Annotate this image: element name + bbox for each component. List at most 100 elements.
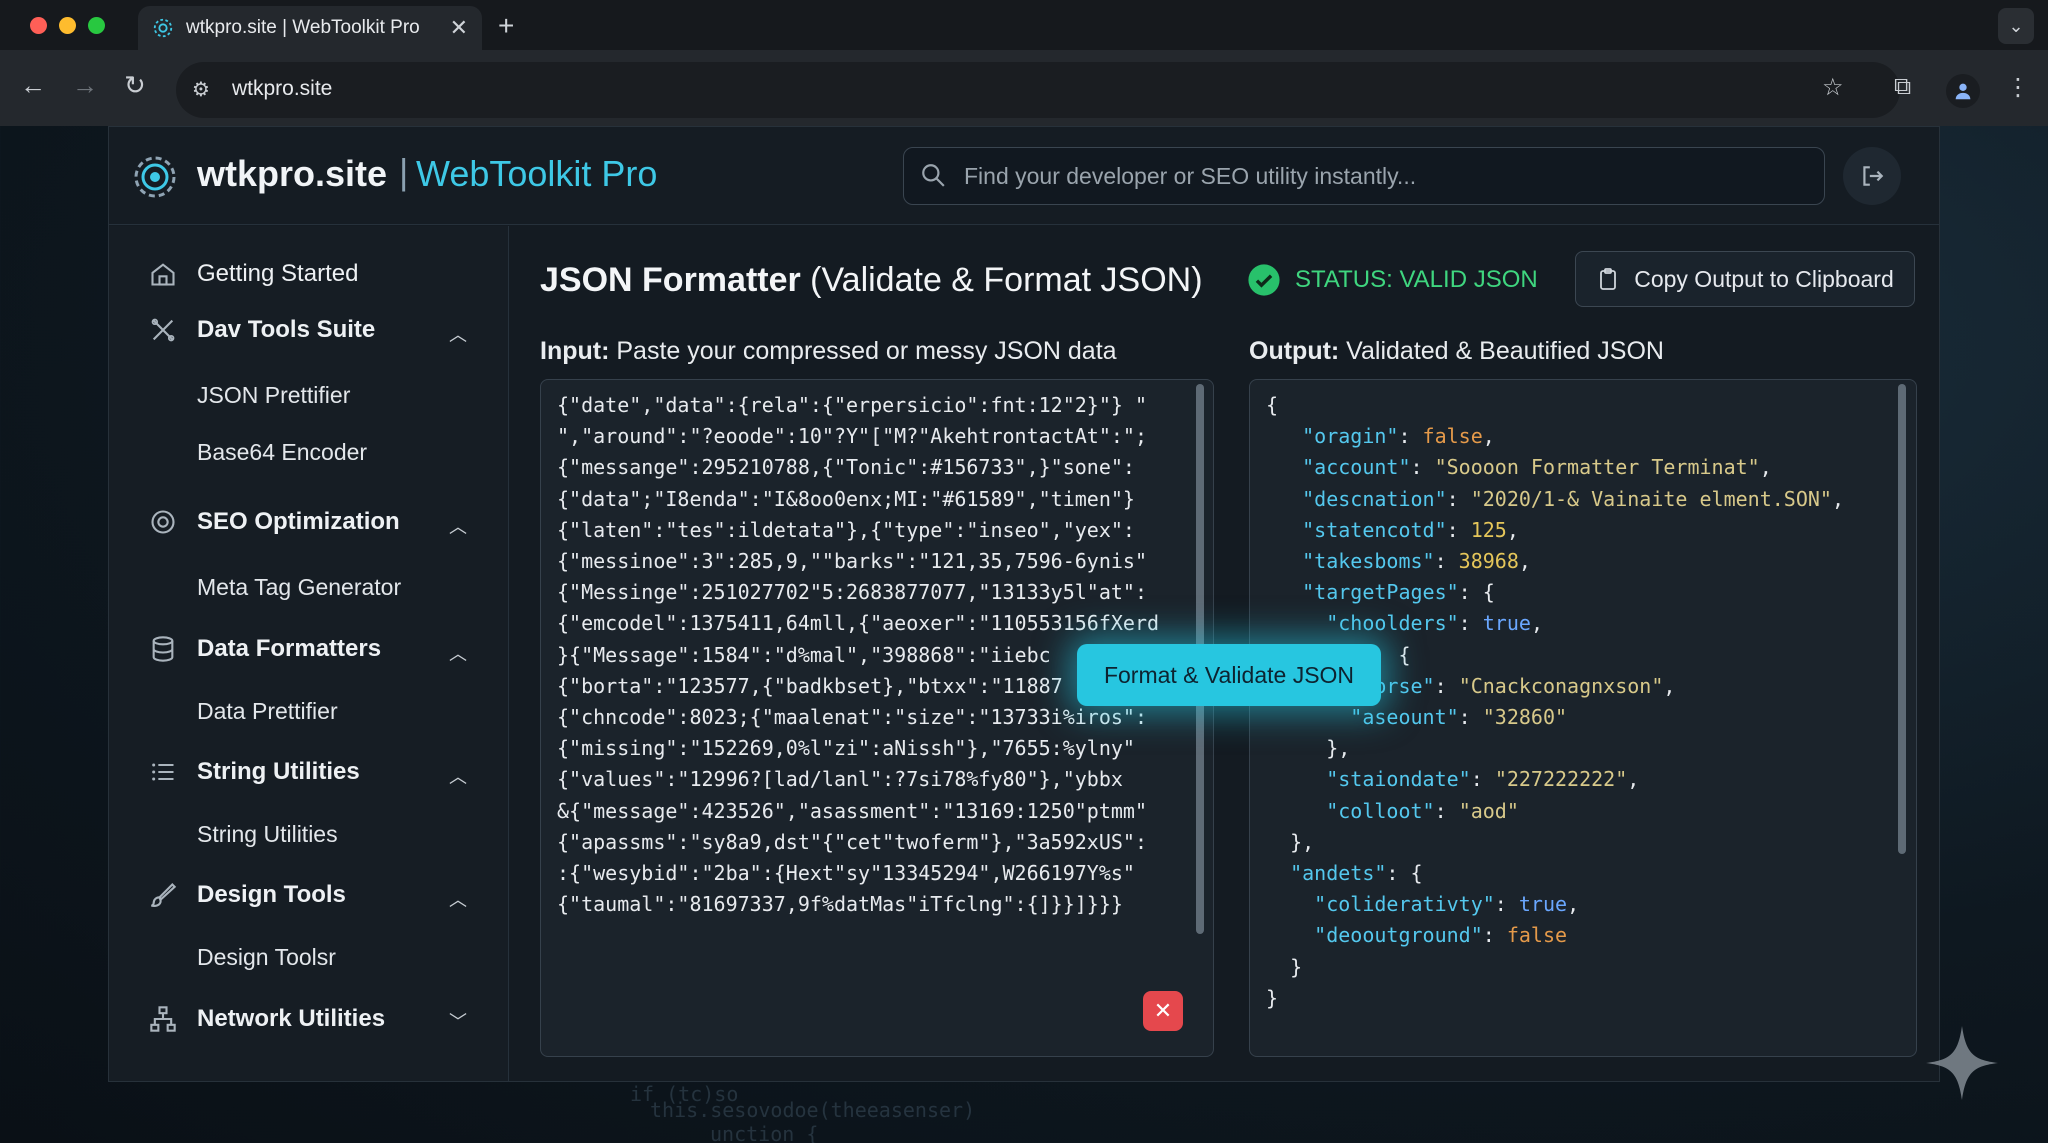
- sidebar-item-data-prettifier[interactable]: Data Prettifier: [197, 698, 338, 725]
- clear-input-button[interactable]: ✕: [1143, 991, 1183, 1031]
- chevron-up-icon[interactable]: ︿: [449, 321, 467, 347]
- sidebar-section-network-utilities[interactable]: Network Utilities: [149, 1005, 385, 1033]
- json-token: :: [1446, 486, 1471, 511]
- json-token: :: [1470, 767, 1495, 792]
- sidebar-item-design-toolsr[interactable]: Design Toolsr: [197, 944, 336, 971]
- sidebar-item-label: Getting Started: [197, 260, 359, 287]
- minimize-window-button[interactable]: [59, 17, 76, 34]
- copy-output-button[interactable]: Copy Output to Clipboard: [1575, 251, 1915, 307]
- browser-menu-icon[interactable]: ⋮: [2006, 73, 2030, 102]
- json-token: "2020/1-& Vainaite elment.SON": [1470, 486, 1832, 511]
- json-output-line: "andets": {: [1266, 858, 1886, 889]
- json-output-line: "choolders": true,: [1266, 608, 1886, 639]
- sidebar-section-label: SEO Optimization: [197, 508, 400, 535]
- profile-avatar-icon[interactable]: [1946, 74, 1980, 108]
- json-token: "descnation": [1302, 486, 1447, 511]
- search-input[interactable]: [964, 148, 1804, 204]
- json-token: "deooutground": [1314, 923, 1483, 948]
- sidebar-section-label: Design Tools: [197, 881, 346, 908]
- new-tab-icon[interactable]: +: [498, 10, 514, 42]
- json-output-line: "staiondate": "227222222",: [1266, 764, 1886, 795]
- json-output-line: "coliderativty": true,: [1266, 889, 1886, 920]
- copy-button-label: Copy Output to Clipboard: [1634, 265, 1894, 292]
- sidebar-section-label: Network Utilities: [197, 1005, 386, 1032]
- browser-tab[interactable]: wtkpro.site | WebToolkit Pro ✕: [138, 6, 482, 50]
- sidebar-section-dav-tools[interactable]: Dav Tools Suite: [149, 316, 375, 344]
- maximize-window-button[interactable]: [88, 17, 105, 34]
- json-output-line: "targetPages": {: [1266, 577, 1886, 608]
- brand-name: wtkpro.site: [197, 153, 388, 194]
- extensions-icon[interactable]: ⧉: [1894, 73, 1911, 101]
- json-token: ,: [1627, 767, 1640, 792]
- format-validate-button[interactable]: Format & Validate JSON: [1077, 644, 1381, 706]
- sidebar-section-design-tools[interactable]: Design Tools: [149, 881, 346, 909]
- json-token: :: [1494, 892, 1519, 917]
- json-output-line: },: [1266, 733, 1886, 764]
- sidebar-section-label: Data Formatters: [197, 635, 382, 662]
- sidebar-item-string-utilities[interactable]: String Utilities: [197, 821, 338, 848]
- json-token: :: [1410, 455, 1435, 480]
- tool-search-box[interactable]: [903, 147, 1825, 205]
- json-token: 38968: [1458, 549, 1519, 574]
- sidebar-item-meta-tag-generator[interactable]: Meta Tag Generator: [197, 574, 401, 601]
- json-output-line: "statencotd": 125,: [1266, 515, 1886, 546]
- sidebar-item-json-prettifier[interactable]: JSON Prettifier: [197, 382, 350, 409]
- json-input-area[interactable]: {"date","data":{rela":{"erpersicio":fnt:…: [540, 379, 1214, 1057]
- json-token: ,: [1831, 486, 1844, 511]
- site-settings-icon[interactable]: ⚙: [192, 77, 210, 102]
- network-icon: [150, 1006, 176, 1032]
- json-output-line: "descnation": "2020/1-& Vainaite elment.…: [1266, 484, 1886, 515]
- json-token: : {: [1458, 580, 1495, 605]
- json-output-line: "oragin": false,: [1266, 421, 1886, 452]
- close-window-button[interactable]: [30, 17, 47, 34]
- sidebar-section-string-utilities[interactable]: String Utilities: [149, 758, 360, 786]
- check-circle-icon: [1248, 264, 1280, 296]
- chevron-up-icon[interactable]: ︿: [449, 513, 467, 539]
- search-icon: [922, 164, 945, 187]
- json-token: :: [1458, 611, 1483, 636]
- tab-close-icon[interactable]: ✕: [450, 15, 468, 41]
- json-token: :: [1398, 424, 1423, 449]
- chevron-up-icon[interactable]: ︿: [449, 763, 467, 789]
- json-token: "Soooon Formatter Terminat": [1434, 455, 1760, 480]
- json-output-line: }: [1266, 983, 1886, 1014]
- json-output-line: {: [1266, 390, 1886, 421]
- tab-search-chevron-icon[interactable]: ⌄: [1998, 8, 2034, 44]
- json-token: "32860": [1482, 705, 1568, 730]
- json-token: "targetPages": [1302, 580, 1459, 605]
- json-token: },: [1266, 736, 1351, 761]
- address-bar[interactable]: [176, 62, 1900, 118]
- logout-button[interactable]: [1843, 147, 1901, 205]
- json-token: "aseount": [1350, 705, 1459, 730]
- json-token: "staiondate": [1326, 767, 1471, 792]
- json-output-line: "account": "Soooon Formatter Terminat",: [1266, 452, 1886, 483]
- forward-arrow-icon[interactable]: →: [72, 70, 98, 101]
- json-token: false: [1422, 424, 1483, 449]
- back-arrow-icon[interactable]: ←: [20, 70, 46, 101]
- reload-icon[interactable]: ↻: [124, 70, 146, 101]
- sidebar-section-data-formatters[interactable]: Data Formatters: [149, 635, 381, 663]
- sidebar-item-getting-started[interactable]: Getting Started: [149, 260, 358, 288]
- chevron-down-icon[interactable]: ﹀: [449, 1008, 467, 1034]
- sidebar-section-seo[interactable]: SEO Optimization: [149, 508, 400, 536]
- json-token: :: [1434, 549, 1459, 574]
- sidebar-item-base64-encoder[interactable]: Base64 Encoder: [197, 439, 367, 466]
- chevron-up-icon[interactable]: ︿: [449, 640, 467, 666]
- json-token: "coliderativty": [1314, 892, 1495, 917]
- json-token: "statencotd": [1302, 517, 1447, 542]
- status-text: STATUS: VALID JSON: [1295, 266, 1538, 293]
- seo-target-icon: [151, 510, 175, 534]
- chevron-up-icon[interactable]: ︿: [449, 886, 467, 912]
- url-text[interactable]: wtkpro.site: [232, 77, 332, 101]
- json-output-line: "takesboms": 38968,: [1266, 546, 1886, 577]
- clipboard-icon: [1600, 268, 1617, 290]
- brand-separator: |: [399, 151, 409, 192]
- sidebar-section-label: String Utilities: [197, 758, 360, 785]
- bookmark-star-icon[interactable]: ☆: [1822, 73, 1844, 102]
- output-scrollbar[interactable]: [1898, 384, 1906, 854]
- json-token: },: [1266, 829, 1315, 854]
